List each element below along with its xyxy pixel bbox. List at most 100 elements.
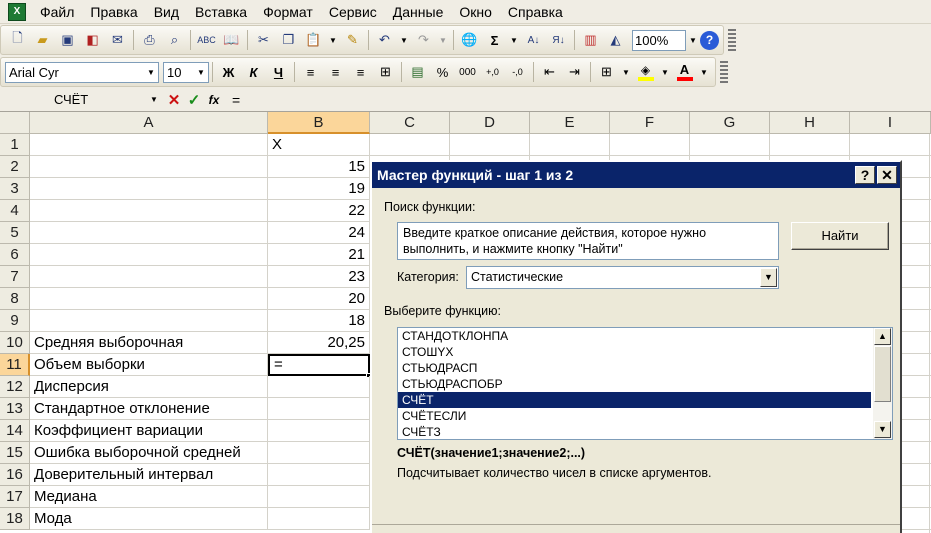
row-header[interactable]: 11 [0,354,30,376]
cell-b9[interactable]: 18 [268,310,370,332]
menu-view[interactable]: Вид [146,1,187,23]
open-folder-icon[interactable]: ▰ [31,29,54,52]
list-item-selected[interactable]: СЧЁТ [398,392,871,408]
email-icon[interactable]: ✉ [106,29,129,52]
hyperlink-icon[interactable]: 🌐 [458,29,481,52]
underline-button[interactable]: Ч [267,61,290,84]
cell-b4[interactable]: 22 [268,200,370,222]
autosum-icon[interactable]: Σ [483,29,506,52]
chevron-down-icon[interactable]: ▼ [658,62,672,83]
redo-icon[interactable]: ↷ [412,29,435,52]
chevron-down-icon[interactable]: ▼ [326,30,340,51]
menu-data[interactable]: Данные [385,1,452,23]
menu-insert[interactable]: Вставка [187,1,255,23]
thousands-button[interactable]: 000 [456,61,479,84]
cell-a2[interactable] [30,156,268,178]
borders-icon[interactable]: ⊞ [595,61,618,84]
chevron-down-icon[interactable]: ▼ [150,95,164,104]
function-list[interactable]: СТАНДОТКЛОНПА СТОШYX СТЬЮДРАСП СТЬЮДРАСП… [397,327,893,440]
sort-ascending-icon[interactable]: A↓ [522,29,545,52]
align-right-icon[interactable]: ≡ [349,61,372,84]
function-search-input[interactable]: Введите краткое описание действия, котор… [397,222,779,260]
cell-a17[interactable]: Медиана [30,486,268,508]
copy-icon[interactable]: ❐ [277,29,300,52]
cell-b7[interactable]: 23 [268,266,370,288]
chevron-down-icon[interactable]: ▼ [619,62,633,83]
row-header[interactable]: 15 [0,442,30,464]
cell-b16[interactable] [268,464,370,486]
scroll-down-icon[interactable]: ▼ [874,421,891,438]
enter-check-icon[interactable]: ✓ [184,90,204,110]
save-icon[interactable]: ▣ [56,29,79,52]
name-box-value[interactable]: СЧЁТ [54,92,88,107]
zoom-combobox[interactable]: 100% ▼ [632,29,700,51]
cell-a13[interactable]: Стандартное отклонение [30,398,268,420]
row-header[interactable]: 4 [0,200,30,222]
row-header[interactable]: 3 [0,178,30,200]
align-center-icon[interactable]: ≡ [324,61,347,84]
name-box[interactable]: СЧЁТ ▼ [2,90,164,110]
increase-indent-icon[interactable]: ⇥ [563,61,586,84]
column-header-a[interactable]: A [30,112,268,134]
scroll-thumb[interactable] [874,346,891,402]
cell-a8[interactable] [30,288,268,310]
row-header[interactable]: 16 [0,464,30,486]
cell-b18[interactable] [268,508,370,530]
spelling-icon[interactable]: ABC [195,29,218,52]
cell-b3[interactable]: 19 [268,178,370,200]
decrease-decimal-icon[interactable]: -,0 [506,61,529,84]
cell-a6[interactable] [30,244,268,266]
cut-icon[interactable]: ✂ [252,29,275,52]
font-size-value[interactable]: 10 [167,63,181,82]
cell-a1[interactable] [30,134,268,156]
toolbar-grip-icon[interactable] [720,61,728,83]
font-size-combobox[interactable]: 10 ▼ [163,61,209,83]
category-select[interactable]: Статистические ▼ [466,266,779,289]
currency-icon[interactable]: ▤ [406,61,429,84]
cell-a14[interactable]: Коэффициент вариации [30,420,268,442]
list-item[interactable]: СТОШYX [398,344,871,360]
merge-center-icon[interactable]: ⊞ [374,61,397,84]
list-item[interactable]: СТЬЮДРАСП [398,360,871,376]
chevron-down-icon[interactable]: ▼ [194,63,208,82]
menu-format[interactable]: Формат [255,1,321,23]
cell-b6[interactable]: 21 [268,244,370,266]
font-name-combobox[interactable]: Arial Cyr ▼ [5,61,159,83]
column-header-h[interactable]: H [770,112,850,134]
row-header[interactable]: 14 [0,420,30,442]
row-header[interactable]: 5 [0,222,30,244]
cell-b14[interactable] [268,420,370,442]
drawing-icon[interactable]: ◭ [604,29,627,52]
menu-file[interactable]: Файл [32,1,82,23]
cell-a5[interactable] [30,222,268,244]
row-header[interactable]: 9 [0,310,30,332]
increase-decimal-icon[interactable]: +,0 [481,61,504,84]
zoom-value[interactable]: 100% [632,29,686,51]
list-item[interactable]: СЧЁТЗ [398,424,871,439]
decrease-indent-icon[interactable]: ⇤ [538,61,561,84]
row-header[interactable]: 8 [0,288,30,310]
new-document-icon[interactable]: 🗋 [6,29,29,52]
help-button[interactable]: ? [855,166,875,184]
toolbar-grip-icon[interactable] [728,29,736,51]
column-header-i[interactable]: I [850,112,931,134]
italic-button[interactable]: К [242,61,265,84]
select-all-corner[interactable] [0,112,30,134]
cancel-icon[interactable]: ✕ [164,90,184,110]
cell-b13[interactable] [268,398,370,420]
formula-input[interactable]: = [232,92,240,108]
row-header[interactable]: 10 [0,332,30,354]
close-button[interactable]: ✕ [877,166,897,184]
cell-a18[interactable]: Мода [30,508,268,530]
chart-wizard-icon[interactable]: ▥ [579,29,602,52]
chevron-down-icon[interactable]: ▼ [507,30,521,51]
row-header[interactable]: 6 [0,244,30,266]
row-header[interactable]: 17 [0,486,30,508]
column-header-f[interactable]: F [610,112,690,134]
menu-help[interactable]: Справка [500,1,571,23]
format-painter-icon[interactable]: ✎ [341,29,364,52]
paste-icon[interactable]: 📋 [302,29,325,52]
font-color-icon[interactable]: A [673,61,696,84]
column-header-g[interactable]: G [690,112,770,134]
insert-function-icon[interactable]: fx [204,90,224,110]
